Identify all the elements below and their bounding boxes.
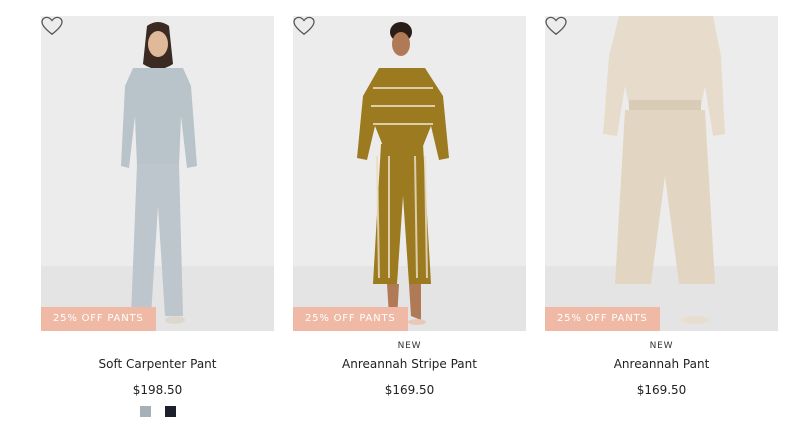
- product-price: $169.50: [384, 383, 435, 397]
- model-photo-illustration: [41, 16, 274, 331]
- new-badge: NEW: [397, 341, 422, 351]
- product-name[interactable]: Anreannah Pant: [545, 356, 778, 372]
- product-card[interactable]: 25% OFF PANTS NEW Anreannah Stripe Pant …: [293, 16, 526, 398]
- promo-tag: 25% OFF PANTS: [41, 307, 156, 331]
- product-image[interactable]: 25% OFF PANTS: [545, 16, 778, 331]
- heart-outline-icon[interactable]: [293, 16, 315, 36]
- new-badge: NEW: [649, 341, 674, 351]
- promo-tag: 25% OFF PANTS: [293, 307, 408, 331]
- heart-outline-icon[interactable]: [41, 16, 63, 36]
- color-swatches: [41, 406, 274, 417]
- swatch-navy[interactable]: [164, 406, 176, 417]
- promo-tag: 25% OFF PANTS: [545, 307, 660, 331]
- product-name[interactable]: Anreannah Stripe Pant: [293, 356, 526, 372]
- product-price: $169.50: [636, 383, 687, 397]
- model-photo-illustration: [293, 16, 526, 331]
- new-badge: [41, 340, 274, 352]
- product-card[interactable]: 25% OFF PANTS Soft Carpenter Pant $198.5…: [41, 16, 274, 417]
- swatch-light-blue[interactable]: [139, 406, 151, 417]
- product-image[interactable]: 25% OFF PANTS: [293, 16, 526, 331]
- product-card[interactable]: 25% OFF PANTS NEW Anreannah Pant $169.50: [545, 16, 778, 398]
- product-price: $198.50: [132, 383, 183, 397]
- product-image[interactable]: 25% OFF PANTS: [41, 16, 274, 331]
- model-photo-illustration: [545, 16, 778, 331]
- product-name[interactable]: Soft Carpenter Pant: [41, 356, 274, 372]
- heart-outline-icon[interactable]: [545, 16, 567, 36]
